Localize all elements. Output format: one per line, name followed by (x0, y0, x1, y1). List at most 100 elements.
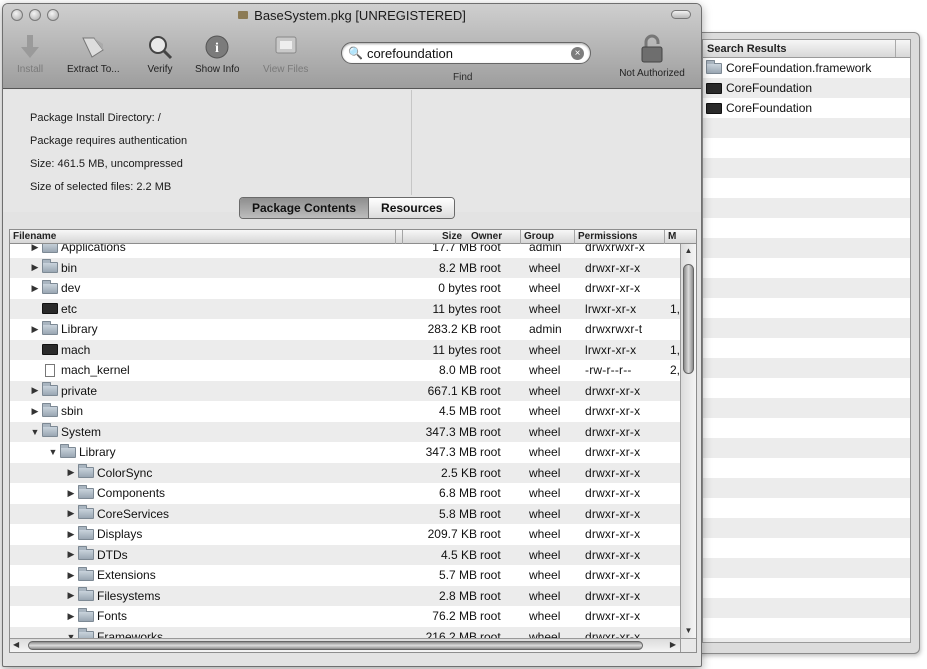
file-name-cell: etc (30, 302, 77, 316)
package-info-panel: Package Install Directory: / Package req… (3, 90, 701, 212)
disclosure-triangle-icon[interactable]: ▶ (30, 262, 40, 273)
file-name-cell: ▶ Extensions (66, 566, 156, 582)
file-size: 17.7 MB (432, 244, 477, 254)
table-row[interactable]: ▶ Fonts 76.2 MB root wheel drwxr-xr-x (10, 606, 680, 627)
file-name-cell: ▶ Components (66, 484, 165, 500)
table-row[interactable]: ▶ Extensions 5.7 MB root wheel drwxr-xr-x (10, 565, 680, 586)
search-input[interactable] (366, 45, 557, 61)
file-name-cell: mach_kernel (30, 363, 130, 377)
file-permissions: drwxr-xr-x (585, 424, 641, 439)
install-button[interactable]: Install (17, 34, 43, 75)
disclosure-triangle-icon[interactable]: ▶ (66, 529, 76, 540)
disclosure-triangle-icon[interactable]: ▶ (30, 244, 40, 253)
scroll-left-icon[interactable]: ◀ (13, 640, 19, 649)
column-filename[interactable]: Filename (13, 231, 56, 242)
search-result-label: CoreFoundation (726, 101, 813, 115)
file-size: 5.8 MB (438, 506, 477, 521)
table-row[interactable]: ▶ Applications 17.7 MB root admin drwxrwxr-x (10, 244, 680, 258)
folder-icon (78, 566, 94, 581)
authentication-text: Package requires authentication (30, 135, 188, 147)
search-result-item[interactable]: CoreFoundation (703, 78, 910, 98)
package-window: BaseSystem.pkg [UNREGISTERED] Install Ex… (2, 3, 702, 667)
extract-to-button[interactable]: Extract To... (67, 34, 120, 75)
disclosure-triangle-open-icon[interactable]: ▼ (48, 447, 58, 457)
clear-search-icon[interactable]: × (571, 47, 584, 60)
vertical-scroll-thumb[interactable] (683, 264, 694, 374)
table-row[interactable]: ▶ Components 6.8 MB root wheel drwxr-xr-x (10, 483, 680, 504)
search-field[interactable]: 🔍 × (341, 42, 591, 64)
disclosure-triangle-icon[interactable]: ▶ (66, 549, 76, 560)
verify-button[interactable]: Verify (147, 34, 173, 75)
column-owner[interactable]: Owner (471, 231, 502, 242)
search-result-item[interactable]: CoreFoundation.framework (703, 58, 910, 78)
file-name: Fonts (97, 609, 128, 623)
file-owner: root (480, 322, 501, 336)
file-size: 2.5 KB (440, 465, 477, 480)
search-results-list: Search Results CoreFoundation.framework C… (702, 39, 911, 643)
authorize-button[interactable]: Not Authorized (604, 34, 700, 79)
table-row[interactable]: ▶ sbin 4.5 MB root wheel drwxr-xr-x (10, 401, 680, 422)
table-row[interactable]: ▶ dev 0 bytes root wheel drwxr-xr-x (10, 278, 680, 299)
disclosure-triangle-icon[interactable]: ▶ (30, 283, 40, 294)
file-size: 0 bytes (438, 281, 477, 295)
file-name: DTDs (97, 547, 128, 562)
file-owner: root (480, 424, 501, 439)
file-owner: root (480, 404, 501, 418)
table-row[interactable]: ▶ Filesystems 2.8 MB root wheel drwxr-xr-x (10, 585, 680, 606)
table-row[interactable]: ▼ System 347.3 MB root wheel drwxr-xr-x (10, 421, 680, 442)
column-size[interactable]: Size (442, 231, 462, 242)
table-row[interactable]: ▶ CoreServices 5.8 MB root wheel drwxr-xr-x (10, 503, 680, 524)
column-separator (395, 230, 396, 244)
table-row[interactable]: ▶ Library 283.2 KB root admin drwxrwxr-t (10, 319, 680, 340)
scroll-right-icon[interactable]: ▶ (670, 640, 676, 649)
disclosure-triangle-open-icon[interactable]: ▼ (30, 427, 40, 437)
table-row[interactable]: ▶ DTDs 4.5 KB root wheel drwxr-xr-x (10, 544, 680, 565)
table-row[interactable]: ▶ Displays 209.7 KB root wheel drwxr-xr-x (10, 524, 680, 545)
disclosure-triangle-icon[interactable]: ▶ (66, 467, 76, 478)
file-name-cell: ▶ dev (30, 279, 81, 295)
column-modified[interactable]: M (668, 231, 676, 242)
search-results-header[interactable]: Search Results (703, 40, 910, 58)
file-size: 76.2 MB (432, 609, 477, 623)
vertical-scrollbar[interactable]: ▲ ▼ (680, 244, 696, 640)
file-name-cell: ▶ Applications (30, 244, 126, 254)
table-row[interactable]: mach_kernel 8.0 MB root wheel -rw-r--r-- 2, (10, 360, 680, 381)
file-name-cell: ▼ System (30, 423, 101, 439)
horizontal-scrollbar[interactable]: ◀ ▶ (10, 638, 680, 652)
disclosure-triangle-icon[interactable]: ▶ (66, 488, 76, 499)
tab-resources[interactable]: Resources (369, 198, 455, 218)
disclosure-triangle-icon[interactable]: ▶ (66, 508, 76, 519)
disclosure-triangle-icon[interactable]: ▶ (66, 611, 76, 622)
disclosure-triangle-icon[interactable]: ▶ (30, 324, 40, 335)
table-row[interactable]: ▶ bin 8.2 MB root wheel drwxr-xr-x (10, 257, 680, 278)
disclosure-triangle-icon[interactable]: ▶ (66, 570, 76, 581)
toolbar: BaseSystem.pkg [UNREGISTERED] Install Ex… (3, 4, 701, 89)
alias-icon (706, 102, 722, 114)
scroll-up-icon[interactable]: ▲ (681, 246, 696, 259)
view-files-button[interactable]: View Files (263, 34, 308, 75)
tab-package-contents[interactable]: Package Contents (240, 198, 370, 218)
file-name: dev (61, 281, 81, 295)
table-row[interactable]: etc 11 bytes root wheel lrwxr-xr-x 1, (10, 298, 680, 319)
table-row[interactable]: ▼ Library 347.3 MB root wheel drwxr-xr-x (10, 442, 680, 463)
search-result-item[interactable]: CoreFoundation (703, 98, 910, 118)
disclosure-triangle-icon[interactable]: ▶ (66, 590, 76, 601)
disclosure-triangle-icon[interactable]: ▶ (30, 406, 40, 417)
folder-icon (78, 607, 94, 622)
file-group: wheel (529, 301, 561, 316)
file-table: Filename Size Owner Group Permissions M … (9, 229, 697, 653)
column-permissions[interactable]: Permissions (578, 231, 637, 242)
search-results-drawer: Search Results CoreFoundation.framework C… (698, 32, 920, 654)
table-row[interactable]: mach 11 bytes root wheel lrwxr-xr-x 1, (10, 339, 680, 360)
lock-icon (639, 34, 665, 64)
window-title: BaseSystem.pkg [UNREGISTERED] (3, 8, 701, 23)
disclosure-triangle-icon[interactable]: ▶ (30, 385, 40, 396)
view-files-icon (273, 34, 299, 60)
file-permissions: drwxr-xr-x (585, 260, 641, 275)
show-info-button[interactable]: i Show Info (195, 34, 239, 75)
column-group[interactable]: Group (524, 231, 554, 242)
table-row[interactable]: ▶ ColorSync 2.5 KB root wheel drwxr-xr-x (10, 462, 680, 483)
table-row[interactable]: ▶ private 667.1 KB root wheel drwxr-xr-x (10, 380, 680, 401)
file-permissions: drwxr-xr-x (585, 547, 641, 562)
horizontal-scroll-thumb[interactable] (28, 641, 643, 650)
